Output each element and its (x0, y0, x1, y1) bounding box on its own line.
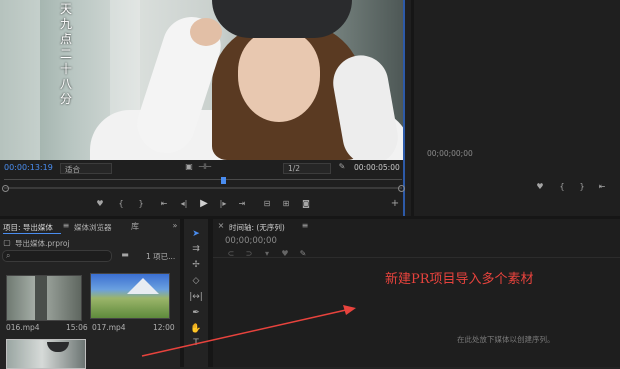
annotation-arrow-line (141, 309, 347, 357)
annotation-arrow (141, 305, 356, 357)
annotation-arrow-head (343, 305, 356, 315)
